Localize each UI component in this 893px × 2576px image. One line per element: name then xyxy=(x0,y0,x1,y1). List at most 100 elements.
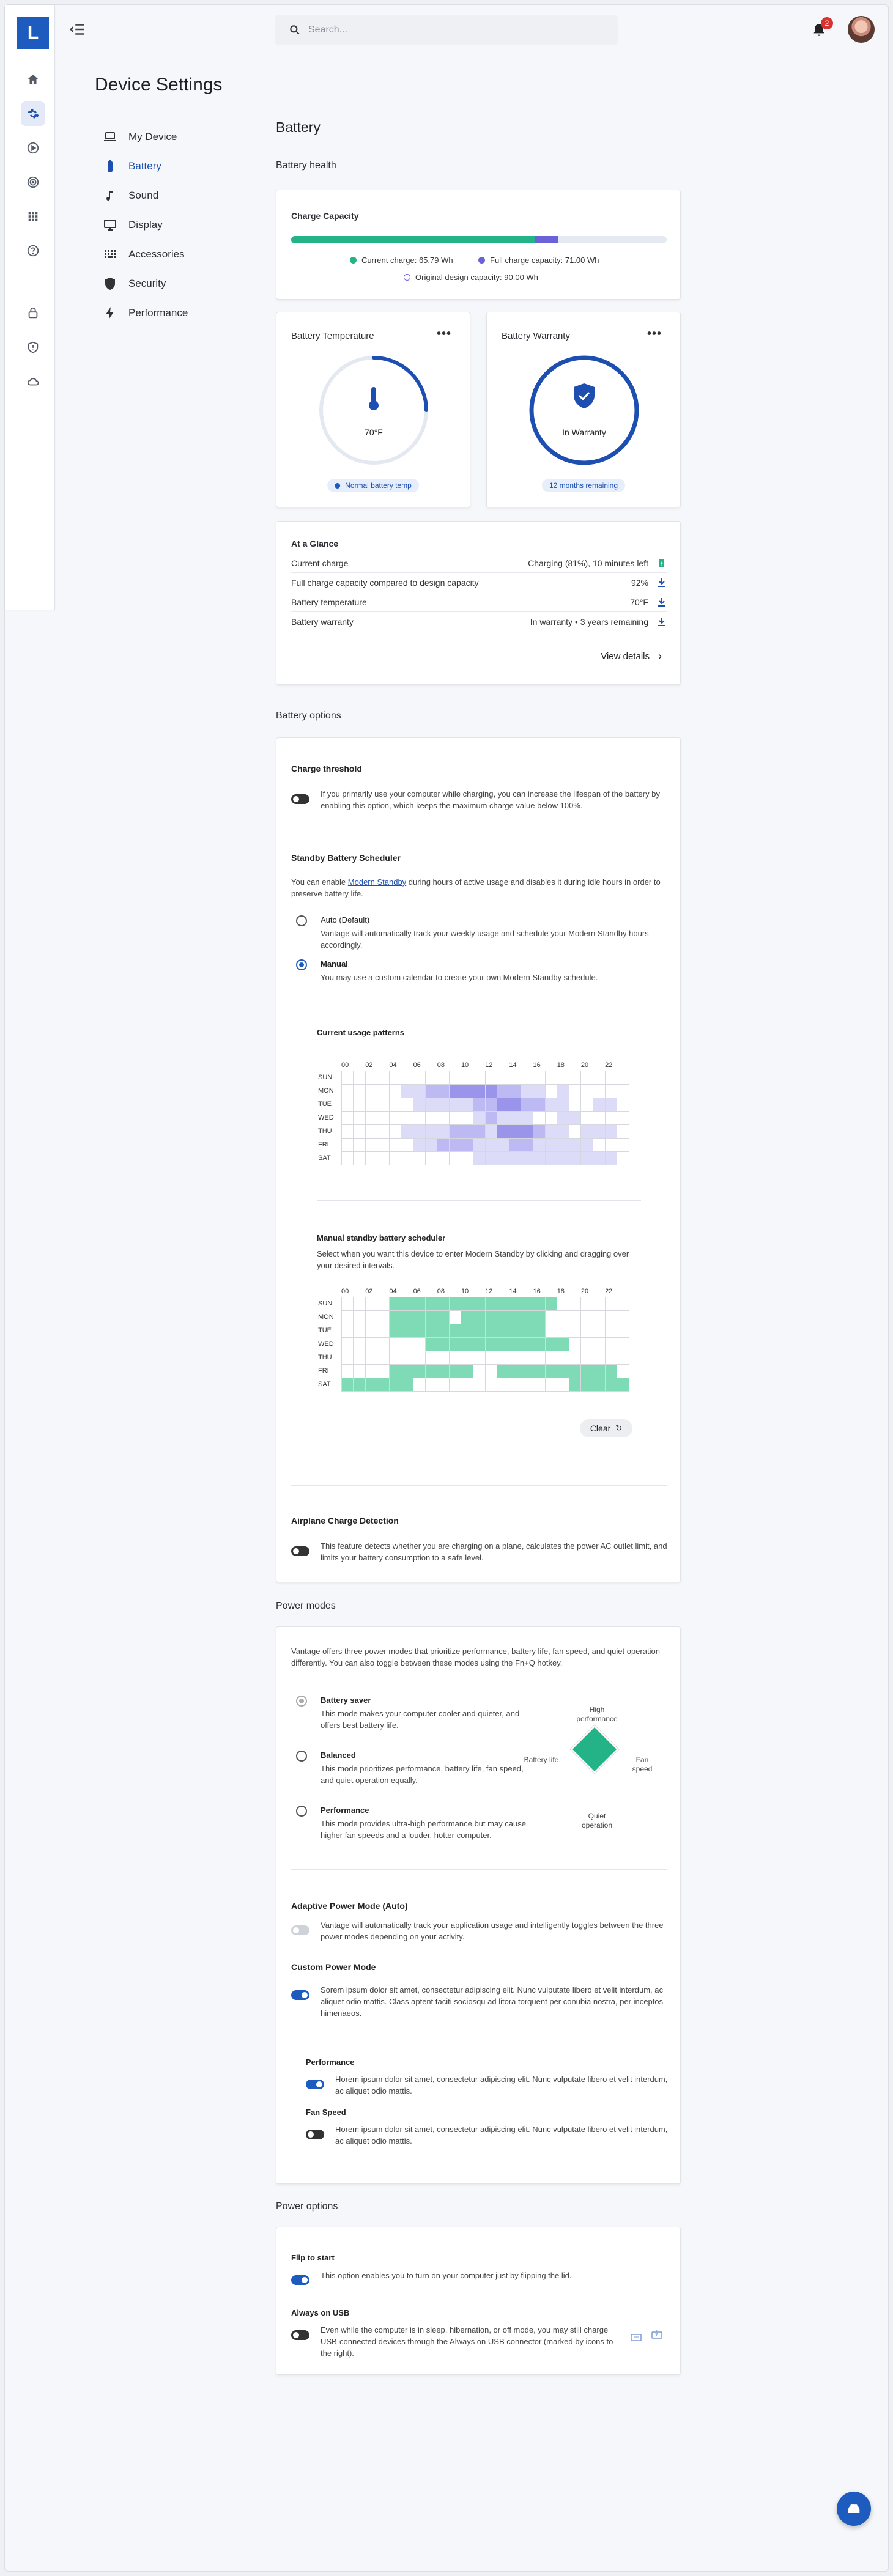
schedule-cell[interactable] xyxy=(341,1350,354,1365)
airplane-detection-toggle[interactable] xyxy=(291,1546,309,1556)
subnav-item-display[interactable]: Display xyxy=(103,210,256,240)
schedule-cell[interactable] xyxy=(448,1296,462,1311)
schedule-cell[interactable] xyxy=(448,1310,462,1324)
schedule-cell[interactable] xyxy=(413,1377,426,1392)
schedule-cell[interactable] xyxy=(617,1364,629,1378)
schedule-cell[interactable] xyxy=(473,1296,486,1311)
schedule-cell[interactable] xyxy=(388,1310,402,1324)
schedule-cell[interactable] xyxy=(365,1350,378,1365)
settings-gear-icon[interactable] xyxy=(21,101,45,126)
schedule-cell[interactable] xyxy=(592,1323,606,1338)
schedule-cell[interactable] xyxy=(424,1296,438,1311)
schedule-cell[interactable] xyxy=(413,1296,426,1311)
schedule-cell[interactable] xyxy=(521,1377,533,1392)
schedule-cell[interactable] xyxy=(377,1350,390,1365)
schedule-cell[interactable] xyxy=(617,1323,629,1338)
collapse-menu-icon[interactable] xyxy=(69,20,87,39)
schedule-cell[interactable] xyxy=(388,1296,402,1311)
play-circle-icon[interactable] xyxy=(21,136,45,160)
schedule-cell[interactable] xyxy=(461,1310,474,1324)
schedule-cell[interactable] xyxy=(544,1364,558,1378)
schedule-cell[interactable] xyxy=(604,1310,618,1324)
schedule-cell[interactable] xyxy=(461,1377,474,1392)
schedule-cell[interactable] xyxy=(508,1350,522,1365)
schedule-cell[interactable] xyxy=(377,1337,390,1351)
schedule-cell[interactable] xyxy=(353,1310,366,1324)
cloud-sync-icon[interactable] xyxy=(21,369,45,394)
schedule-cell[interactable] xyxy=(388,1377,402,1392)
schedule-cell[interactable] xyxy=(353,1364,366,1378)
schedule-cell[interactable] xyxy=(521,1350,533,1365)
schedule-cell[interactable] xyxy=(533,1350,546,1365)
schedule-cell[interactable] xyxy=(388,1323,402,1338)
schedule-cell[interactable] xyxy=(413,1310,426,1324)
schedule-cell[interactable] xyxy=(461,1350,474,1365)
schedule-cell[interactable] xyxy=(592,1310,606,1324)
schedule-cell[interactable] xyxy=(448,1323,462,1338)
schedule-cell[interactable] xyxy=(388,1350,402,1365)
schedule-cell[interactable] xyxy=(484,1364,498,1378)
schedule-cell[interactable] xyxy=(604,1323,618,1338)
schedule-cell[interactable] xyxy=(437,1364,450,1378)
schedule-cell[interactable] xyxy=(437,1337,450,1351)
schedule-cell[interactable] xyxy=(484,1377,498,1392)
schedule-cell[interactable] xyxy=(617,1296,629,1311)
home-icon[interactable] xyxy=(21,67,45,92)
radar-icon[interactable] xyxy=(21,170,45,194)
schedule-cell[interactable] xyxy=(544,1337,558,1351)
schedule-cell[interactable] xyxy=(424,1337,438,1351)
schedule-cell[interactable] xyxy=(365,1310,378,1324)
schedule-cell[interactable] xyxy=(365,1296,378,1311)
schedule-cell[interactable] xyxy=(497,1350,509,1365)
schedule-cell[interactable] xyxy=(437,1377,450,1392)
schedule-cell[interactable] xyxy=(413,1337,426,1351)
schedule-cell[interactable] xyxy=(424,1310,438,1324)
schedule-cell[interactable] xyxy=(484,1337,498,1351)
schedule-cell[interactable] xyxy=(497,1310,509,1324)
schedule-cell[interactable] xyxy=(592,1337,606,1351)
schedule-cell[interactable] xyxy=(413,1323,426,1338)
schedule-cell[interactable] xyxy=(401,1323,414,1338)
subnav-item-performance[interactable]: Performance xyxy=(103,298,256,328)
schedule-cell[interactable] xyxy=(388,1364,402,1378)
schedule-cell[interactable] xyxy=(413,1364,426,1378)
schedule-cell[interactable] xyxy=(377,1377,390,1392)
virtual-assistant-button[interactable] xyxy=(837,2492,871,2526)
schedule-cell[interactable] xyxy=(473,1377,486,1392)
schedule-cell[interactable] xyxy=(424,1350,438,1365)
schedule-cell[interactable] xyxy=(424,1377,438,1392)
schedule-cell[interactable] xyxy=(617,1310,629,1324)
schedule-cell[interactable] xyxy=(484,1323,498,1338)
schedule-cell[interactable] xyxy=(557,1377,569,1392)
schedule-cell[interactable] xyxy=(580,1296,593,1311)
schedule-cell[interactable] xyxy=(388,1337,402,1351)
schedule-cell[interactable] xyxy=(365,1337,378,1351)
schedule-cell[interactable] xyxy=(484,1310,498,1324)
schedule-cell[interactable] xyxy=(557,1323,569,1338)
schedule-cell[interactable] xyxy=(592,1364,606,1378)
schedule-cell[interactable] xyxy=(557,1310,569,1324)
charge-threshold-toggle[interactable] xyxy=(291,794,309,804)
schedule-cell[interactable] xyxy=(580,1323,593,1338)
schedule-cell[interactable] xyxy=(473,1310,486,1324)
schedule-cell[interactable] xyxy=(568,1296,582,1311)
performance-radio[interactable] xyxy=(296,1806,307,1817)
schedule-cell[interactable] xyxy=(592,1377,606,1392)
schedule-cell[interactable] xyxy=(473,1350,486,1365)
schedule-cell[interactable] xyxy=(544,1350,558,1365)
schedule-cell[interactable] xyxy=(437,1310,450,1324)
schedule-cell[interactable] xyxy=(533,1337,546,1351)
schedule-cell[interactable] xyxy=(533,1296,546,1311)
schedule-cell[interactable] xyxy=(568,1364,582,1378)
schedule-cell[interactable] xyxy=(580,1337,593,1351)
custom-mode-toggle[interactable] xyxy=(291,1990,309,2000)
schedule-cell[interactable] xyxy=(401,1337,414,1351)
schedule-cell[interactable] xyxy=(557,1364,569,1378)
subnav-item-sound[interactable]: Sound xyxy=(103,181,256,210)
schedule-cell[interactable] xyxy=(568,1377,582,1392)
schedule-cell[interactable] xyxy=(568,1323,582,1338)
schedule-cell[interactable] xyxy=(448,1377,462,1392)
schedule-cell[interactable] xyxy=(521,1310,533,1324)
balanced-radio[interactable] xyxy=(296,1751,307,1762)
schedule-cell[interactable] xyxy=(533,1310,546,1324)
